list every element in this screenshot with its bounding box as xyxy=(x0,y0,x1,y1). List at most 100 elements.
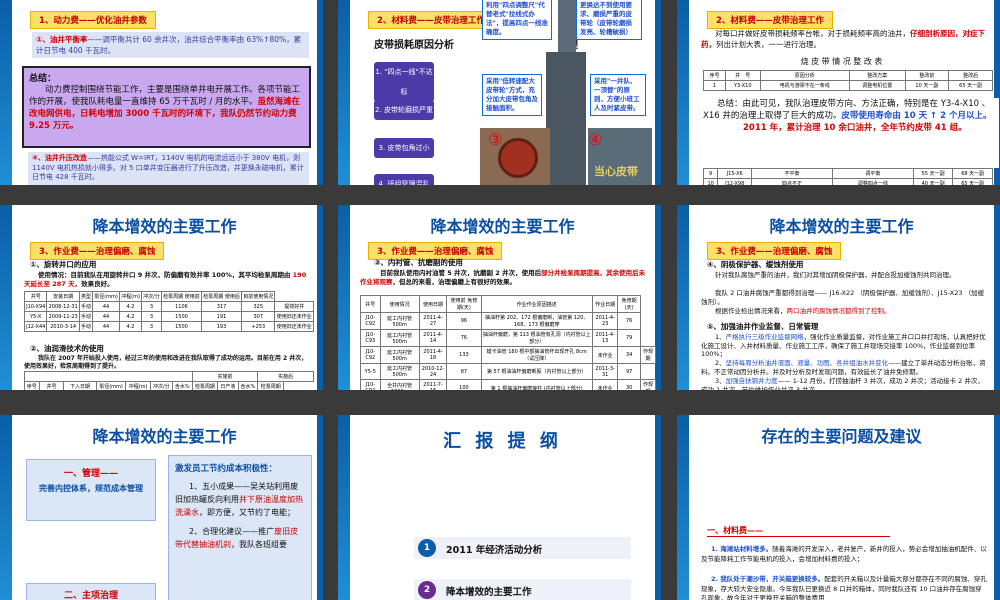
outline-item-1[interactable]: 1 2011 年经济活动分析 xyxy=(414,537,631,559)
table-cell: 30 xyxy=(617,379,641,390)
item-3-num: 3、 xyxy=(715,377,726,385)
table-header-cell: 冲程(m) xyxy=(118,291,143,302)
slide-right-bar xyxy=(655,415,661,600)
slide-left-bar xyxy=(338,0,350,185)
table-cell: 2008-12-31 xyxy=(46,301,80,312)
voltage-heading: ④、油井升压改造 xyxy=(32,154,87,162)
supervision-item-1: 1、严格执行三级作业监督网络，强化作业质量监督，对作业施工井口口井打现场，认真把… xyxy=(701,333,988,359)
table-cell: 延工内衬管 500m xyxy=(379,312,420,330)
slide-title: 降本增效的主要工作 xyxy=(430,217,575,236)
balance-heading: ①、油井平衡率 xyxy=(36,35,88,44)
table-header-cell: 安装日期 xyxy=(46,291,80,302)
table-header-cell: 井号 xyxy=(23,291,48,302)
slide-title: 存在的主要问题及建议 xyxy=(761,427,922,446)
table-cell: 抽油杆偏磨，第 113 根油管有孔洞（内衬管以上部分） xyxy=(480,329,593,347)
slide-title: 降本增效的主要工作 xyxy=(769,217,914,236)
slide-left-bar xyxy=(0,205,12,390)
table-header-cell: 目前使用情况 xyxy=(241,291,276,302)
table-row: J10-C92 延工内衬管 500m 2011-4-27 96 抽油杆第 202、172… xyxy=(360,312,656,330)
table-cell: 55 天一副 xyxy=(912,168,954,179)
table-header-cell: 冲次/分 xyxy=(141,291,162,302)
table-cell: 作规期 xyxy=(639,379,657,390)
table-cell: 44 xyxy=(92,311,120,322)
slide-left-bar xyxy=(677,0,689,185)
cathode-text-2: 我队 2 口油井腐蚀严重都得到治理—— J16-X22 （阴极保护器、加缓蚀剂）… xyxy=(701,289,985,306)
section-tag: 3、作业费——治理偏磨、腐蚀 xyxy=(707,242,842,260)
slide-corrosion[interactable]: 降本增效的主要工作 3、作业费——治理偏磨、腐蚀 ④、阴极保护器、缓蚀剂使用 针… xyxy=(677,205,1000,390)
belt-cause-heading: 皮带损耗原因分析 xyxy=(374,40,454,51)
table-cell: 未作业 xyxy=(591,379,619,390)
outline-text-1: 2011 年经济活动分析 xyxy=(446,545,543,556)
table-cell: 不平衡 xyxy=(751,168,833,179)
incentive-2-tail: ，我队各班组要 xyxy=(231,540,287,549)
oil-lube-text: 我队在 2007 年开始投入使用，经过三年的使用和改进在我队取得了成功的运用。目… xyxy=(24,355,308,370)
oil-lube-table: 实施前 实施后 序号 井号 下入日期 泵径(mm) 冲程(m) 冲次/分 含水% 检泵周期 日产液… xyxy=(24,371,314,390)
table-cell: J10-C92 xyxy=(360,312,381,330)
major-item-box: 二、主项治理 xyxy=(26,583,156,600)
slide-left-bar xyxy=(677,415,689,600)
tubing-text: 目前我队使用内衬油管 5 井次，抗磨副 2 井次，使用后部分井检泵周期提高，其余… xyxy=(360,269,649,287)
rotary-subheading: ①、旋转井口的应用 xyxy=(30,260,97,269)
slide-rotary-wellhead[interactable]: 降本增效的主要工作 3、作业费——治理偏磨、腐蚀 ①、旋转井口的应用 使用情况：… xyxy=(0,205,323,390)
table-header-row: 序号 井号 下入日期 泵径(mm) 冲程(m) 冲次/分 含水% 检泵周期 日产液 含水% 检泵周期 xyxy=(24,381,314,390)
table-cell: 手动 xyxy=(78,311,94,322)
table-cell: 9 xyxy=(702,168,719,179)
slide-belt-cause[interactable]: 2、材料费——皮带治理工作 皮带损耗原因分析 理 1. "四点一线"不达标 2.… xyxy=(338,0,661,185)
table-cell: 193 xyxy=(200,321,243,332)
table-cell: 307 xyxy=(241,311,276,322)
cathode-text-highlight: 两口油井的腐蚀情况都得到了控制。 xyxy=(786,307,891,315)
slide-right-bar xyxy=(655,0,661,185)
table-cell: 调平衡 xyxy=(831,168,914,179)
table-cell: 317 xyxy=(200,301,243,312)
cathode-subheading: ④、阴极保护器、缓蚀剂使用 xyxy=(707,260,804,269)
rotary-table: 井号 安装日期 类型 泵径(mm) 冲程(m) 冲次/分 检泵周期 使用前 检泵周期 使用后目… xyxy=(23,291,314,332)
table-cell: +253 xyxy=(241,321,276,332)
slide-left-bar xyxy=(0,0,12,185)
table-header-cell: 检泵周期 使用前 xyxy=(160,291,203,302)
slide-belt-table[interactable]: 2、材料费——皮带治理工作 对每口井做好皮带损耗频率台帐，对于损耗频率高的油井，… xyxy=(677,0,1000,185)
table-cell: 蜡卡油管 180 根中部抽油管杆出现开孔 8cm（试压降） xyxy=(480,346,593,364)
table-header-cell: 检泵周期 xyxy=(257,381,285,390)
solution-callout-2: 更换达不到使用要求、磨损严重的皮带轮（皮带轮磨损发亮、轮槽破损） xyxy=(576,0,642,40)
rotary-text: 使用情况：目前我队在用旋转井口 9 井次，防偏磨有效井率 100%，其平均检泵周… xyxy=(24,271,311,289)
slide-title: 降本增效的主要工作 xyxy=(92,427,237,446)
item-1-num: 1、 xyxy=(715,333,726,341)
management-box-text: 完善内控体系，规范成本管理 xyxy=(39,484,143,493)
belt-summary-result: 2011 年，累计治理 10 余口油井，全年节约皮带 41 组。 xyxy=(743,123,967,133)
belt-table-title: 烧 皮 带 情 况 整 改 表 xyxy=(800,57,883,66)
outline-item-2[interactable]: 2 降本增效的主要工作 xyxy=(414,579,631,600)
table-header-cell: 日产液 xyxy=(217,381,239,390)
slide-management[interactable]: 降本增效的主要工作 一、管理—— 完善内控体系，规范成本管理 二、主项治理 激发… xyxy=(0,415,323,600)
problem-1: 1. 海滩站材料增多。随着海滩的开发深入，老井复产，新井的投入，势必会增加抽油机… xyxy=(701,545,988,564)
table-header-cell: 冲程(m) xyxy=(125,381,151,390)
outline-number-1: 1 xyxy=(418,539,436,557)
solution-callout-4: 采用"一井队、一顶替"的原则，方便小班工人及时紧皮带。 xyxy=(590,74,646,116)
table-header-cell: 整改方案 xyxy=(848,70,906,81)
item-1-highlight: 严格执行三级作业监督网络 xyxy=(725,333,804,341)
cause-item-1: 1. "四点一线"不达标 xyxy=(374,62,434,102)
outline-number-2: 2 xyxy=(418,581,436,599)
table-cell: 1106 xyxy=(160,301,203,312)
slide-problems[interactable]: 存在的主要问题及建议 一、材料费—— 1. 海滩站材料增多。随着海滩的开发深入，… xyxy=(677,415,1000,600)
table-cell: 2011-3-31 xyxy=(591,363,619,380)
slide-power-cost[interactable]: 1、动力费——优化油井参数 ①、油井平衡率——调平衡共计 60 余井次，油井综合… xyxy=(0,0,323,185)
oil-lube-subheading: ②、油润滑技术的使用 xyxy=(30,344,104,353)
table-cell: J10-C93 xyxy=(360,329,381,347)
slide-right-bar xyxy=(317,205,323,390)
section-tag: 2、材料费——皮带治理工作 xyxy=(368,11,494,29)
supervision-item-2: 2、坚持每周分析油井液面、液量、功图、各井组油水井变化——建立了单井动态分析台账… xyxy=(701,359,988,376)
table-cell: 电机与游梁不在一条线 xyxy=(759,80,850,91)
table-cell: 2011-4-13 xyxy=(591,329,619,347)
slide-outline[interactable]: 汇 报 提 纲 1 2011 年经济活动分析 2 降本增效的主要工作 xyxy=(338,415,661,600)
cause-item-4: 4. 班组管理混乱 xyxy=(374,174,434,185)
table-header-cell: 序号 xyxy=(703,70,726,81)
table-cell: Y3-X10 xyxy=(724,80,761,91)
slide-left-bar xyxy=(338,205,350,390)
table-cell: 3 xyxy=(141,301,162,312)
table-header-cell: 原因分析 xyxy=(759,70,850,81)
table-row: 10 J12-X98 四点不正 调整四点一线 40 天一副 65 天一副 xyxy=(702,178,993,185)
belt-summary: 总结：由此可见，我队治理皮带方向、方法正确，特别是在 Y3-4-X10 、 X1… xyxy=(703,98,999,168)
supervision-subheading: ⑤、加强油井作业监督、日常管理 xyxy=(707,322,819,331)
slide-lined-tubing[interactable]: 降本增效的主要工作 3、作业费——治理偏磨、腐蚀 ③、内衬管、抗磨副的使用 目前… xyxy=(338,205,661,390)
table-cell: 2011-4-23 xyxy=(591,312,619,330)
